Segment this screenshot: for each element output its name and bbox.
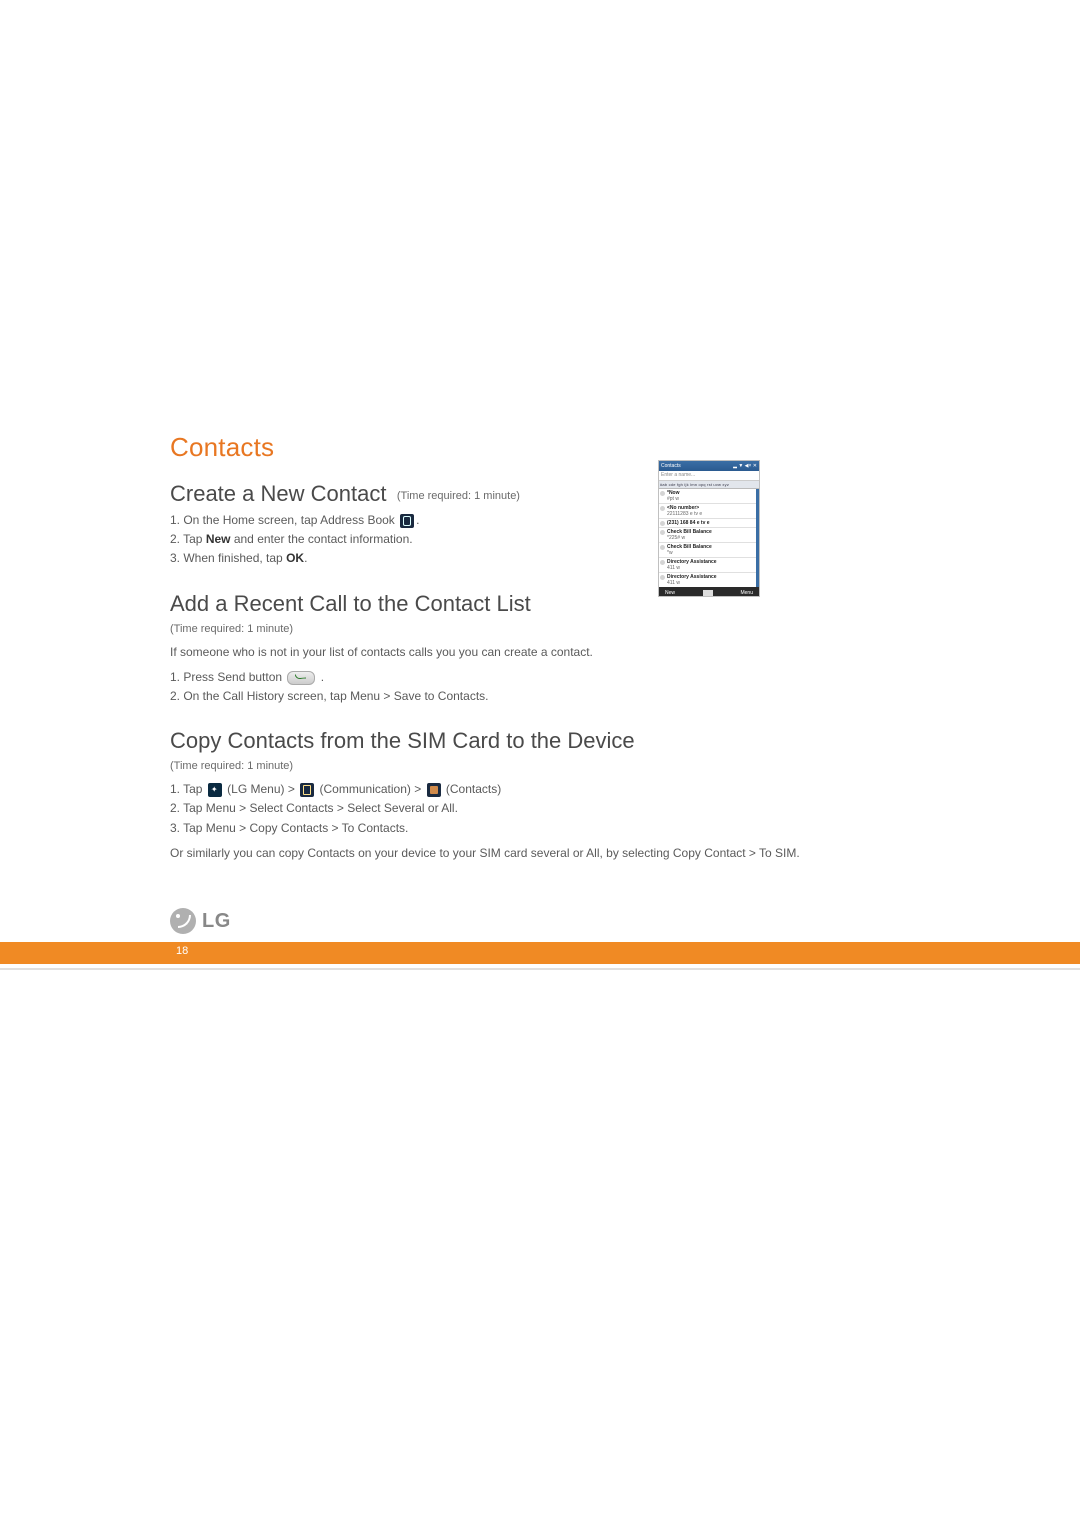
footer-divider <box>0 968 1080 970</box>
contact-row: Directory Assistance411 w <box>659 573 756 587</box>
step-line: 2. Tap New and enter the contact informa… <box>170 530 910 549</box>
section-title: Contacts <box>170 432 910 463</box>
step-line: 1. Press Send button . <box>170 668 910 687</box>
screenshot-softkeys: New Menu <box>659 587 759 597</box>
heading-copy-sim: Copy Contacts from the SIM Card to the D… <box>170 728 910 754</box>
lg-logo-mark <box>170 908 196 934</box>
step-line: 1. Tap (LG Menu) > (Communication) > (Co… <box>170 780 910 799</box>
steps-list: 1. Press Send button . 2. On the Call Hi… <box>170 668 910 706</box>
page-number: 18 <box>176 945 188 957</box>
step-line: 2. Tap Menu > Select Contacts > Select S… <box>170 799 910 818</box>
footer-bar <box>0 942 1080 964</box>
step-line: 1. On the Home screen, tap Address Book … <box>170 511 910 530</box>
steps-list: 1. Tap (LG Menu) > (Communication) > (Co… <box>170 780 910 838</box>
step-line: 3. Tap Menu > Copy Contacts > To Contact… <box>170 819 910 838</box>
step-line: 3. When finished, tap OK. <box>170 549 910 568</box>
screenshot-alpha-index: #ab cde fgh ijk lmn opq rst uvw xyz <box>659 481 759 489</box>
contact-row: *Now#pt w <box>659 489 756 504</box>
screenshot-input: Enter a name... <box>659 471 759 481</box>
contacts-icon <box>427 783 441 797</box>
screenshot-contact-list: *Now#pt w<No number>22111283 e tv e(231)… <box>659 489 759 587</box>
contact-row: Check Bill Balance*w <box>659 543 756 558</box>
steps-list: 1. On the Home screen, tap Address Book … <box>170 511 910 569</box>
send-button-icon <box>287 671 315 685</box>
intro-text: If someone who is not in your list of co… <box>170 643 910 662</box>
time-required: (Time required: 1 minute) <box>170 623 910 635</box>
phone-screenshot: Contacts ▂ ▼ ◀× ✕ Enter a name... #ab cd… <box>658 460 760 597</box>
subsection-create-contact: Create a New Contact (Time required: 1 m… <box>170 481 910 569</box>
step-line: 2. On the Call History screen, tap Menu … <box>170 687 910 706</box>
address-book-icon <box>400 514 414 528</box>
screenshot-titlebar: Contacts ▂ ▼ ◀× ✕ <box>659 461 759 471</box>
heading-create-contact: Create a New Contact <box>170 481 386 506</box>
subsection-add-recent-call: Add a Recent Call to the Contact List (T… <box>170 591 910 707</box>
communication-icon <box>300 783 314 797</box>
contact-row: <No number>22111283 e tv e <box>659 504 756 519</box>
softkey-right: Menu <box>740 590 753 596</box>
screenshot-title: Contacts <box>661 461 681 471</box>
status-icons: ▂ ▼ ◀× ✕ <box>733 461 757 471</box>
lg-logo: LG <box>170 908 231 934</box>
main-content: Contacts Create a New Contact (Time requ… <box>170 432 910 869</box>
document-page: Contacts Create a New Contact (Time requ… <box>0 0 1080 1527</box>
keyboard-icon <box>703 590 713 596</box>
heading-add-recent-call: Add a Recent Call to the Contact List <box>170 591 910 617</box>
contact-row: Check Bill Balance*225# w <box>659 528 756 543</box>
time-required: (Time required: 1 minute) <box>170 760 910 772</box>
note-text: Or similarly you can copy Contacts on yo… <box>170 844 910 863</box>
lg-menu-icon <box>208 783 222 797</box>
lg-logo-text: LG <box>202 910 231 933</box>
contact-row: (231) 168 84 e tv e <box>659 519 756 528</box>
time-required: (Time required: 1 minute) <box>397 490 520 502</box>
subsection-copy-sim: Copy Contacts from the SIM Card to the D… <box>170 728 910 863</box>
contact-row: Directory Assistance411 w <box>659 558 756 573</box>
softkey-left: New <box>665 590 675 596</box>
